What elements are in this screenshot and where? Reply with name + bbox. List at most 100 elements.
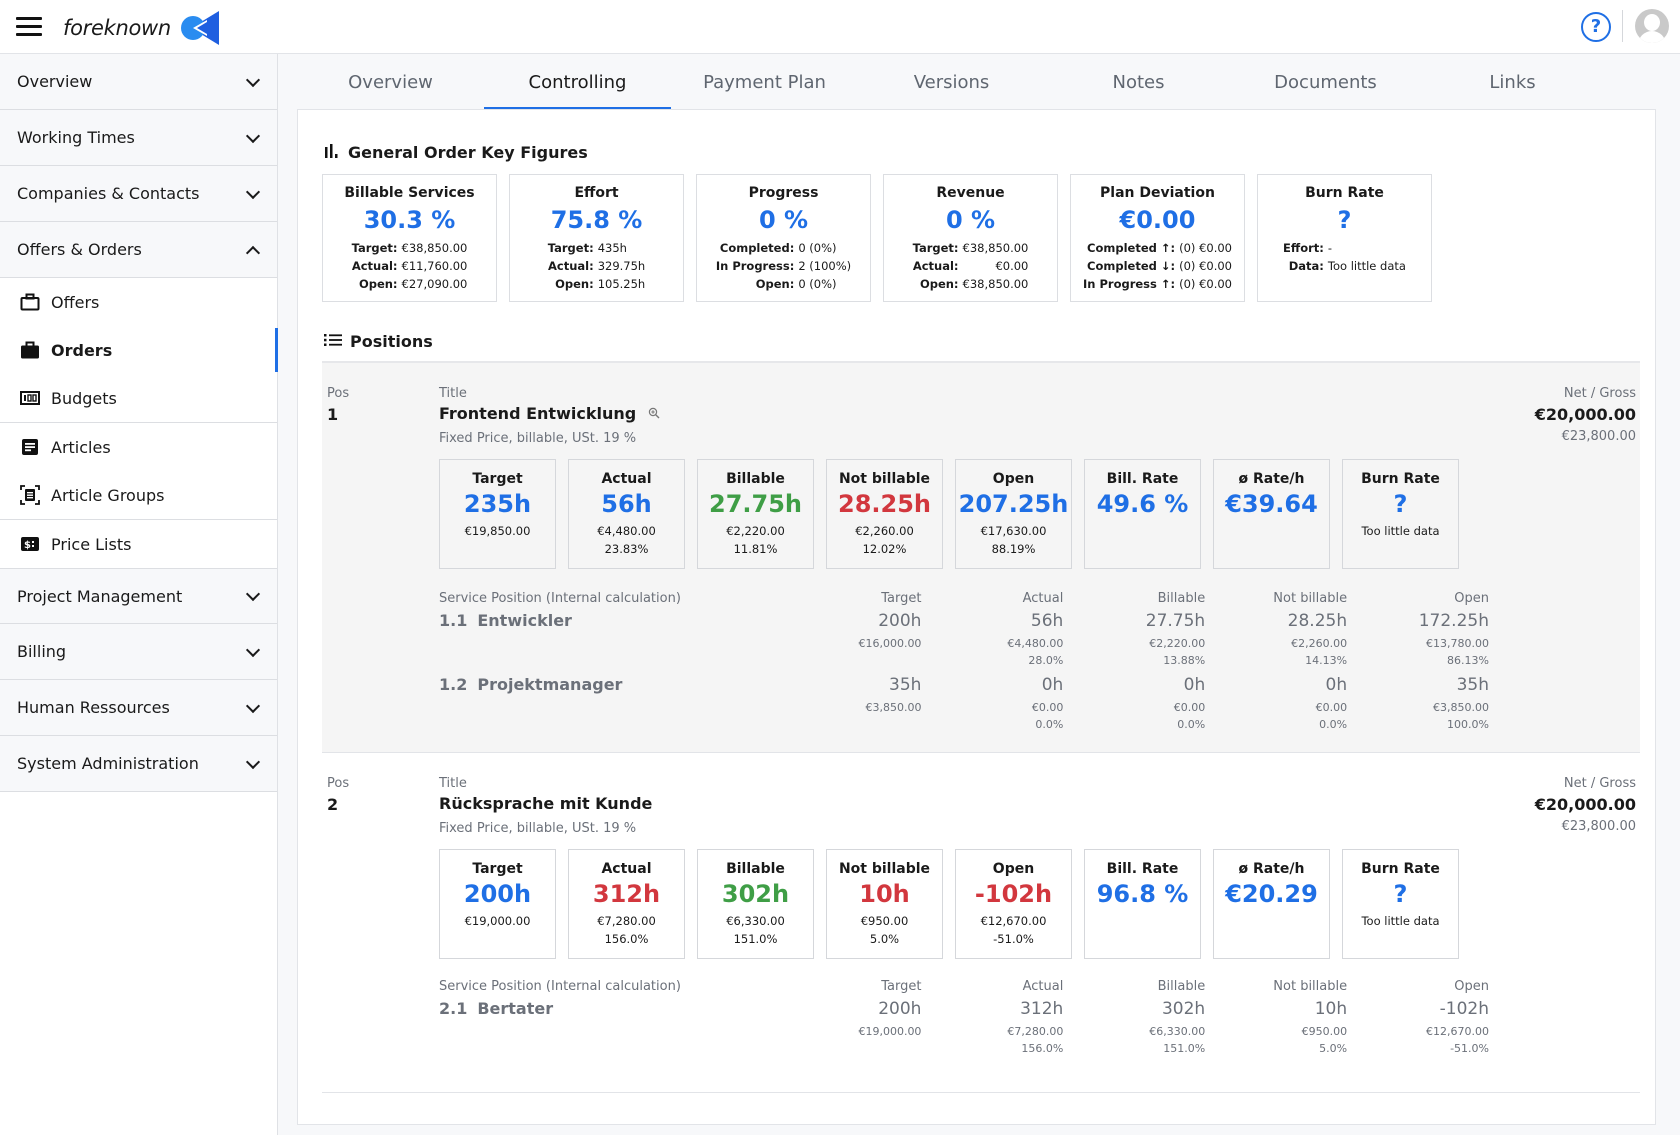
service-position-row[interactable]: 2.1 Bertater 200h €19,000.00 312h €7,280.… (439, 999, 1489, 1057)
key-figure-card: Revenue 0 % Target: €38,850.00 Actual: €0.0… (883, 174, 1058, 302)
metric-card: Burn Rate ? Too little data (1342, 849, 1459, 959)
metric-title: Open (992, 471, 1035, 487)
position-title: Frontend Entwicklung (439, 404, 660, 423)
sidebar-section-label: Working Times (17, 128, 135, 147)
metric-card: Target 200h €19,000.00 (439, 849, 556, 959)
amount-value: €12,670.00 (1426, 1025, 1489, 1038)
service-column-header: Open (1454, 979, 1489, 994)
tab-payment-plan[interactable]: Payment Plan (671, 54, 858, 110)
sidebar-item-label: Offers (51, 292, 100, 312)
key-figure-detail-value: Too little data (1327, 259, 1406, 273)
metric-detail: €19,000.00 (464, 914, 531, 928)
net-amount: €20,000.00 (1534, 795, 1636, 814)
briefcase-filled-icon (20, 341, 40, 359)
key-figure-detail-value: 2 (100%) (798, 259, 852, 273)
key-figure-title: Plan Deviation (1100, 185, 1215, 201)
key-figure-label: Actual: (351, 259, 398, 273)
position-row[interactable]: Pos 2 Title Rücksprache mit Kunde Fixed … (322, 753, 1640, 1093)
metric-value: 49.6 % (1096, 490, 1189, 518)
article-icon (20, 438, 40, 456)
metric-value: 235h (463, 490, 532, 518)
key-figure-detail-value: €11,760.00 (401, 259, 468, 273)
key-figure-label: Open: (555, 277, 594, 291)
service-position-label: Service Position (Internal calculation) (439, 591, 681, 606)
metric-detail: Too little data (1361, 914, 1440, 928)
tab-overview[interactable]: Overview (297, 54, 484, 110)
pos-number: 2 (327, 795, 339, 814)
sidebar-section-offers-orders[interactable]: Offers & Orders (0, 222, 277, 278)
sidebar-item-articles[interactable]: Articles (0, 423, 277, 471)
key-figure-title: Progress (748, 185, 819, 201)
key-figure-value: ? (1337, 206, 1352, 234)
service-position-cell: 56h €4,480.00 28.0% (921, 611, 1063, 669)
help-icon[interactable]: ? (1581, 12, 1611, 42)
position-subtitle: Fixed Price, billable, USt. 19 % (439, 431, 637, 446)
sidebar-section-project-management[interactable]: Project Management (0, 568, 277, 624)
sidebar-section-label: Overview (17, 72, 93, 91)
net-gross-label: Net / Gross (1563, 776, 1636, 791)
sidebar-section-working-times[interactable]: Working Times (0, 110, 277, 166)
metric-title: Burn Rate (1361, 471, 1440, 487)
service-position-cell: 10h €950.00 5.0% (1205, 999, 1348, 1057)
tab-links[interactable]: Links (1419, 54, 1606, 110)
sidebar-section-billing[interactable]: Billing (0, 624, 277, 680)
hours-value: 0h (1325, 675, 1348, 695)
tab-controlling[interactable]: Controlling (484, 54, 671, 110)
title-label: Title (439, 386, 467, 401)
hours-value: 35h (889, 675, 922, 695)
sidebar-item-price-lists[interactable]: $ Price Lists (0, 520, 277, 568)
service-position-name: 1.1 Entwickler (439, 611, 780, 669)
metric-value: 207.25h (958, 490, 1069, 518)
position-row[interactable]: Pos 1 Title Frontend Entwicklung Fixed P… (322, 361, 1640, 753)
key-figure-card: Burn Rate ? Effort: - Data: Too little data (1257, 174, 1432, 302)
service-position-row[interactable]: 1.1 Entwickler 200h €16,000.00 56h €4,480… (439, 611, 1489, 669)
service-position-cell: 35h €3,850.00 (780, 675, 922, 733)
metric-detail: 156.0% (604, 932, 649, 946)
service-position-cell: 172.25h €13,780.00 86.13% (1347, 611, 1489, 669)
metric-card: ø Rate/h €20.29 (1213, 849, 1330, 959)
metric-value: 28.25h (838, 490, 931, 518)
hours-value: 27.75h (1145, 611, 1206, 631)
tab-versions[interactable]: Versions (858, 54, 1045, 110)
service-column-header: Actual (1022, 979, 1064, 994)
sidebar-item-budgets[interactable]: Budgets (0, 374, 277, 422)
position-title-text: Frontend Entwicklung (439, 404, 637, 423)
service-position-row[interactable]: 1.2 Projektmanager 35h €3,850.00 0h €0.00… (439, 675, 1489, 733)
pos-label: Pos (327, 386, 350, 401)
service-position-cell: 0h €0.00 0.0% (1205, 675, 1348, 733)
menu-icon[interactable] (16, 17, 42, 37)
hours-value: 312h (1020, 999, 1064, 1019)
logo[interactable]: foreknown (63, 11, 219, 45)
metric-card: Bill. Rate 49.6 % (1084, 459, 1201, 569)
key-figure-label: Open: (358, 277, 398, 291)
zoom-in-icon[interactable] (648, 404, 660, 423)
metric-title: ø Rate/h (1238, 861, 1305, 877)
key-figure-detail-value: - (1327, 241, 1333, 255)
position-title: Rücksprache mit Kunde (439, 794, 652, 813)
sidebar-section-system-administration[interactable]: System Administration (0, 736, 277, 792)
metric-card: Open -102h €12,670.00 -51.0% (955, 849, 1072, 959)
metric-value: €39.64 (1225, 490, 1318, 518)
percent-value: 5.0% (1319, 1042, 1348, 1055)
key-figure-value: 0 % (945, 206, 996, 234)
key-figure-label: Open: (755, 277, 795, 291)
key-figure-label: Target: (351, 241, 398, 255)
service-position-cell: 200h €16,000.00 (780, 611, 921, 669)
key-figures-heading: General Order Key Figures (324, 143, 588, 162)
service-position-cell: 200h €19,000.00 (780, 999, 921, 1057)
sidebar-item-article-groups[interactable]: Article Groups (0, 471, 277, 519)
sidebar-section-companies-contacts[interactable]: Companies & Contacts (0, 166, 277, 222)
metric-value: 302h (721, 880, 790, 908)
service-position-cell: 302h €6,330.00 151.0% (1063, 999, 1205, 1057)
percent-value: 86.13% (1447, 654, 1489, 667)
tab-notes[interactable]: Notes (1045, 54, 1232, 110)
sidebar-item-orders[interactable]: Orders (0, 326, 278, 374)
tab-bar: Overview Controlling Payment Plan Versio… (297, 54, 1656, 110)
sidebar-section-overview[interactable]: Overview (0, 54, 277, 110)
user-avatar-icon[interactable] (1635, 9, 1669, 43)
svg-text:$: $ (24, 540, 31, 551)
metric-detail: €2,220.00 (726, 524, 785, 538)
tab-documents[interactable]: Documents (1232, 54, 1419, 110)
sidebar-section-human-ressources[interactable]: Human Ressources (0, 680, 277, 736)
sidebar-item-offers[interactable]: Offers (0, 278, 277, 326)
